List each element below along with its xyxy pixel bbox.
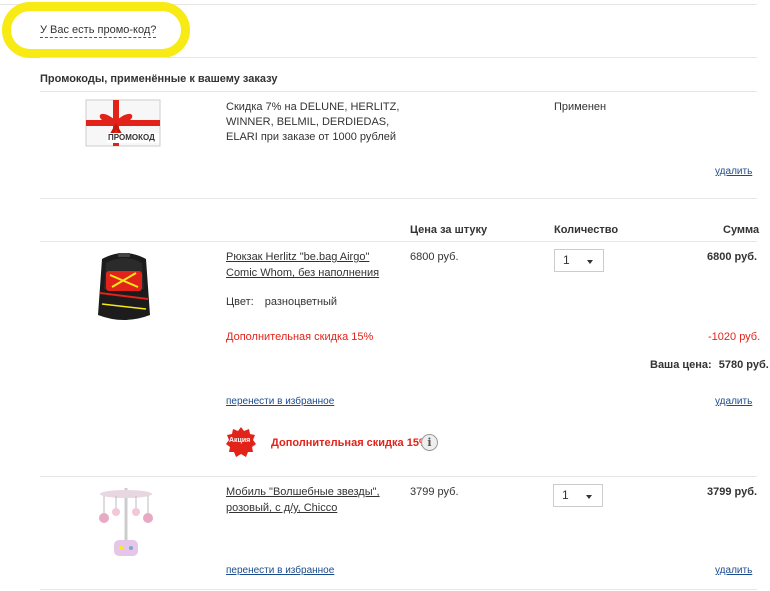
color-value: разноцветный [264,296,338,308]
promo-code-toggle[interactable]: У Вас есть промо-код? [40,24,157,38]
divider [40,91,757,92]
divider [40,589,757,590]
line-sum: 3799 руб. [707,486,758,498]
divider [40,241,757,242]
promo-desc-line: ELARI при заказе от 1000 рублей [226,131,397,143]
product-name-line[interactable]: Comic Whom, без наполнения [226,265,379,281]
your-price-value: 5780 руб. [718,359,769,371]
backpack-image [92,249,156,324]
remove-item-link[interactable]: удалить [715,565,752,576]
promo-badge-label: Акция [229,437,251,444]
unit-price: 3799 руб. [410,486,459,498]
color-row: Цвет: разноцветный [226,296,337,308]
unit-price: 6800 руб. [410,251,459,263]
divider [40,198,757,199]
column-quantity: Количество [554,224,619,236]
extra-discount-label: Дополнительная скидка 15% [226,331,374,343]
remove-item-link[interactable]: удалить [715,396,752,407]
quantity-select[interactable]: 1 [554,249,604,272]
column-sum: Сумма [723,224,760,236]
product-name-line[interactable]: Мобиль "Волшебные звезды", [226,484,380,500]
mobile-toy-image [94,484,158,560]
product-name-line[interactable]: розовый, с д/у, Chicco [226,500,380,516]
remove-promo-link[interactable]: удалить [715,166,752,177]
quantity-value: 1 [562,488,569,502]
quantity-value: 1 [563,253,570,267]
color-label: Цвет: [226,296,254,308]
promo-description: Скидка 7% на DELUNE, HERLITZ, WINNER, BE… [226,100,399,145]
move-to-favorites-link[interactable]: перенести в избранное [226,565,334,576]
promo-desc-line: WINNER, BELMIL, DERDIEDAS, [226,116,390,128]
chevron-down-icon [587,260,593,264]
line-sum: 6800 руб. [707,251,758,263]
info-icon[interactable]: i [421,434,438,451]
your-price: Ваша цена: 5780 руб. [650,359,769,371]
promo-status: Применен [554,101,607,113]
your-price-label: Ваша цена: [650,359,712,371]
promo-image-label: ПРОМОКОД [108,133,155,142]
product-name-line[interactable]: Рюкзак Herlitz "be.bag Airgo" [226,249,379,265]
chevron-down-icon [586,495,592,499]
divider [40,476,757,477]
promo-gift-image: ПРОМОКОД [85,99,161,147]
product-name[interactable]: Мобиль "Волшебные звезды", розовый, с д/… [226,484,380,516]
product-name[interactable]: Рюкзак Herlitz "be.bag Airgo" Comic Whom… [226,249,379,281]
promo-text: Дополнительная скидка 15% [271,437,429,449]
promo-desc-line: Скидка 7% на DELUNE, HERLITZ, [226,101,400,113]
column-price: Цена за штуку [410,224,488,236]
move-to-favorites-link[interactable]: перенести в избранное [226,396,334,407]
applied-promos-title: Промокоды, применённые к вашему заказу [40,73,278,85]
quantity-select[interactable]: 1 [553,484,603,507]
promo-badge: Акция [226,427,256,457]
extra-discount-value: -1020 руб. [708,331,761,343]
divider [40,57,757,58]
